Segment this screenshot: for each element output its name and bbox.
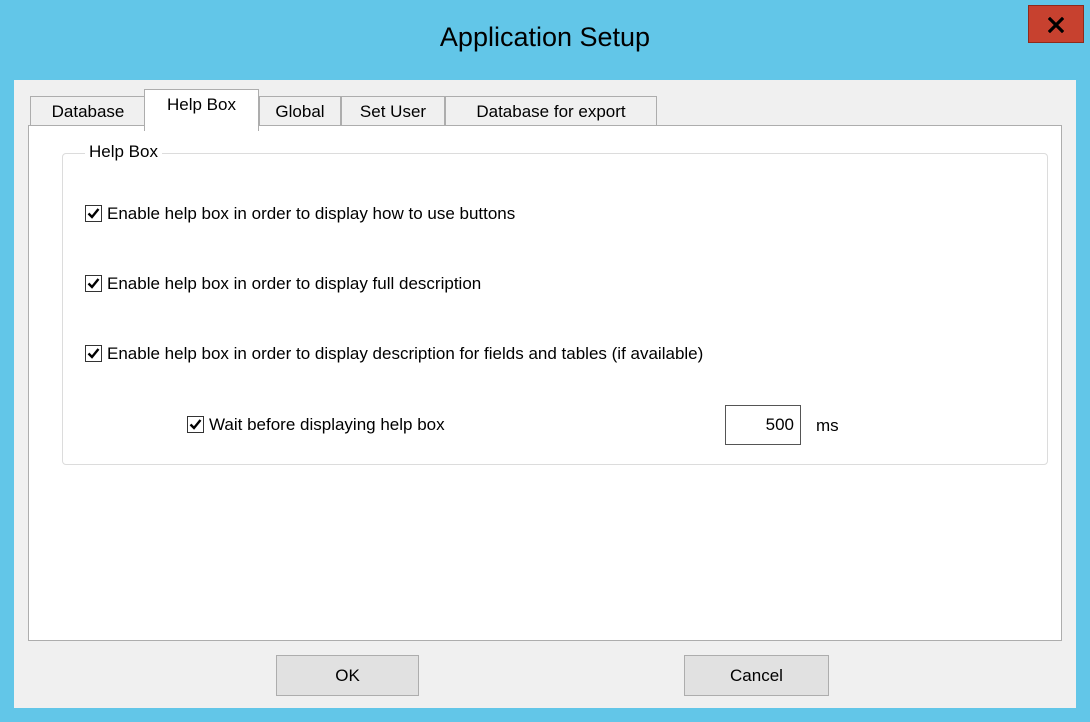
help-box-tab-panel: Help Box Enable help box in order to dis… bbox=[28, 125, 1062, 641]
checkbox-label: Enable help box in order to display how … bbox=[107, 204, 516, 223]
help-box-group: Help Box Enable help box in order to dis… bbox=[62, 142, 1048, 465]
dialog-body: Database Help Box Global Set User Databa… bbox=[14, 80, 1076, 708]
tab-help-box[interactable]: Help Box bbox=[144, 89, 259, 131]
checkmark-icon bbox=[189, 419, 202, 430]
tab-label: Help Box bbox=[167, 95, 236, 114]
close-button[interactable] bbox=[1028, 5, 1084, 43]
checkbox[interactable] bbox=[187, 416, 204, 433]
title-bar: Application Setup bbox=[0, 0, 1090, 80]
group-title: Help Box bbox=[85, 142, 162, 162]
ok-button[interactable]: OK bbox=[276, 655, 419, 696]
checkbox[interactable] bbox=[85, 205, 102, 222]
tab-label: Database for export bbox=[476, 102, 626, 121]
checkmark-icon bbox=[87, 348, 100, 359]
window-title: Application Setup bbox=[439, 22, 651, 52]
close-icon bbox=[1048, 17, 1064, 33]
checkbox-label: Enable help box in order to display desc… bbox=[107, 344, 704, 363]
tab-label: Database bbox=[51, 102, 125, 121]
application-setup-window: Application Setup Database Help Box Glob… bbox=[0, 0, 1090, 722]
checkbox[interactable] bbox=[85, 275, 102, 292]
checkbox[interactable] bbox=[85, 345, 102, 362]
tab-label: Global bbox=[275, 102, 325, 121]
wait-time-input[interactable]: 500 bbox=[725, 405, 801, 445]
checkmark-icon bbox=[87, 208, 100, 219]
checkbox-label: Wait before displaying help box bbox=[209, 415, 445, 434]
checkmark-icon bbox=[87, 278, 100, 289]
cancel-button[interactable]: Cancel bbox=[684, 655, 829, 696]
wait-time-unit: ms bbox=[816, 416, 839, 435]
tab-label: Set User bbox=[359, 102, 427, 121]
checkbox-label: Enable help box in order to display full… bbox=[107, 274, 482, 293]
